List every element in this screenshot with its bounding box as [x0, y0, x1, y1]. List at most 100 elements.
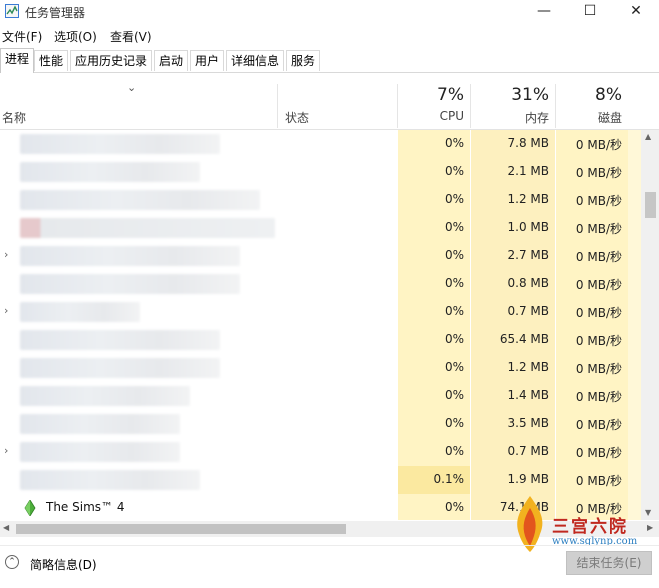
- tab-processes[interactable]: 进程: [0, 48, 35, 73]
- process-row[interactable]: › 0% 0.7 MB 0 MB/秒: [0, 298, 641, 326]
- column-header-status[interactable]: 状态: [285, 109, 309, 126]
- memory-cell: 65.4 MB: [499, 332, 549, 346]
- menu-options[interactable]: 选项(O): [54, 28, 97, 45]
- vertical-scroll-thumb[interactable]: [645, 192, 656, 218]
- process-list: 0% 7.8 MB 0 MB/秒 0% 2.1 MB 0 MB/秒 0% 1.2…: [0, 130, 641, 520]
- memory-cell: 7.8 MB: [507, 136, 549, 150]
- memory-cell: 2.7 MB: [507, 248, 549, 262]
- redacted-process-name: [20, 470, 200, 490]
- disk-cell: 0 MB/秒: [575, 446, 622, 460]
- redacted-process-name: [20, 330, 220, 350]
- process-row[interactable]: 0% 1.2 MB 0 MB/秒: [0, 354, 641, 382]
- process-row[interactable]: › 0% 2.7 MB 0 MB/秒: [0, 242, 641, 270]
- process-row[interactable]: 0% 65.4 MB 0 MB/秒: [0, 326, 641, 354]
- disk-cell: 0 MB/秒: [575, 278, 622, 292]
- tab-services[interactable]: 服务: [286, 50, 321, 71]
- column-header-cpu[interactable]: CPU: [400, 109, 464, 123]
- cpu-cell: 0.1%: [433, 472, 465, 486]
- horizontal-scroll-thumb[interactable]: [16, 524, 346, 534]
- close-button[interactable]: ✕: [613, 0, 659, 24]
- memory-cell: 1.4 MB: [507, 388, 549, 402]
- disk-cell: 0 MB/秒: [575, 474, 622, 488]
- memory-cell: 0.7 MB: [507, 444, 549, 458]
- process-row[interactable]: 0% 7.8 MB 0 MB/秒: [0, 130, 641, 158]
- redacted-process-name: [20, 414, 180, 434]
- vertical-scrollbar[interactable]: ▲ ▼: [641, 130, 659, 520]
- cpu-cell: 0%: [444, 500, 464, 514]
- window-title: 任务管理器: [25, 6, 86, 20]
- menu-view[interactable]: 查看(V): [110, 28, 152, 45]
- column-divider[interactable]: [397, 84, 398, 128]
- redacted-process-name: [20, 190, 260, 210]
- memory-total-percent: 31%: [511, 85, 549, 105]
- cpu-cell: 0%: [444, 416, 464, 430]
- column-divider[interactable]: [470, 84, 471, 128]
- disk-cell: 0 MB/秒: [575, 390, 622, 404]
- process-row[interactable]: 0% 3.5 MB 0 MB/秒: [0, 410, 641, 438]
- redacted-process-name: [20, 386, 190, 406]
- redacted-process-name: [20, 246, 240, 266]
- disk-cell: 0 MB/秒: [575, 138, 622, 152]
- footer-bar: ⌃ 简略信息(D) 结束任务(E): [0, 545, 659, 588]
- cpu-cell: 0%: [444, 164, 464, 178]
- memory-cell: 1.2 MB: [507, 360, 549, 374]
- cpu-cell: 0%: [444, 220, 464, 234]
- scroll-left-icon[interactable]: ◀: [3, 523, 9, 532]
- process-row[interactable]: 0% 1.4 MB 0 MB/秒: [0, 382, 641, 410]
- expand-chevron-icon[interactable]: ›: [4, 304, 8, 317]
- tab-app-history[interactable]: 应用历史记录: [70, 50, 153, 71]
- cpu-cell: 0%: [444, 136, 464, 150]
- title-bar: 任务管理器 — ☐ ✕: [0, 0, 659, 24]
- process-row[interactable]: › 0% 0.7 MB 0 MB/秒: [0, 438, 641, 466]
- process-row[interactable]: 0% 1.0 MB 0 MB/秒: [0, 214, 641, 242]
- watermark-text: 三宫六院: [552, 517, 628, 537]
- column-header-memory[interactable]: 内存: [473, 109, 549, 126]
- redacted-process-name: [20, 442, 180, 462]
- scroll-up-icon[interactable]: ▲: [645, 132, 651, 141]
- process-row[interactable]: 0% 1.2 MB 0 MB/秒: [0, 186, 641, 214]
- end-task-button[interactable]: 结束任务(E): [566, 551, 652, 575]
- memory-cell: 3.5 MB: [507, 416, 549, 430]
- maximize-button[interactable]: ☐: [567, 0, 613, 24]
- cpu-cell: 0%: [444, 248, 464, 262]
- tab-users[interactable]: 用户: [190, 50, 225, 71]
- disk-cell: 0 MB/秒: [575, 194, 622, 208]
- memory-cell: 2.1 MB: [507, 164, 549, 178]
- tab-startup[interactable]: 启动: [154, 50, 189, 71]
- tab-performance[interactable]: 性能: [34, 50, 69, 71]
- expand-chevron-icon[interactable]: ›: [4, 444, 8, 457]
- column-divider[interactable]: [277, 84, 278, 128]
- disk-cell: 0 MB/秒: [575, 222, 622, 236]
- collapse-up-icon[interactable]: ⌃: [5, 555, 19, 569]
- minimize-button[interactable]: —: [521, 0, 567, 24]
- process-name: The Sims™ 4: [46, 500, 125, 514]
- cpu-cell: 0%: [444, 276, 464, 290]
- disk-cell: 0 MB/秒: [575, 250, 622, 264]
- redacted-process-name: [20, 358, 220, 378]
- cpu-cell: 0%: [444, 304, 464, 318]
- column-header-name[interactable]: 名称: [2, 109, 26, 126]
- disk-cell: 0 MB/秒: [575, 418, 622, 432]
- memory-cell: 1.9 MB: [507, 472, 549, 486]
- cpu-cell: 0%: [444, 192, 464, 206]
- fewer-details-link[interactable]: 简略信息(D): [30, 556, 97, 573]
- expand-chevron-icon[interactable]: ›: [4, 248, 8, 261]
- cpu-cell: 0%: [444, 360, 464, 374]
- cpu-total-percent: 7%: [437, 85, 464, 105]
- disk-cell: 0 MB/秒: [575, 306, 622, 320]
- tab-details[interactable]: 详细信息: [226, 50, 285, 71]
- sort-chevron-icon: ⌄: [127, 81, 137, 94]
- column-header-disk[interactable]: 磁盘: [558, 109, 622, 126]
- redacted-process-name: [20, 302, 140, 322]
- tab-bar: 进程 性能 应用历史记录 启动 用户 详细信息 服务: [0, 48, 659, 73]
- process-row[interactable]: 0% 0.8 MB 0 MB/秒: [0, 270, 641, 298]
- menu-bar: 文件(F) 选项(O) 查看(V): [0, 26, 659, 46]
- cpu-cell: 0%: [444, 332, 464, 346]
- task-manager-icon: [5, 4, 19, 18]
- process-row[interactable]: 0% 2.1 MB 0 MB/秒: [0, 158, 641, 186]
- redacted-process-name: [20, 162, 200, 182]
- menu-file[interactable]: 文件(F): [2, 28, 42, 45]
- column-header: ⌄ 名称 状态 7% CPU 31% 内存 8% 磁盘: [0, 74, 659, 130]
- cpu-cell: 0%: [444, 444, 464, 458]
- column-divider[interactable]: [555, 84, 556, 128]
